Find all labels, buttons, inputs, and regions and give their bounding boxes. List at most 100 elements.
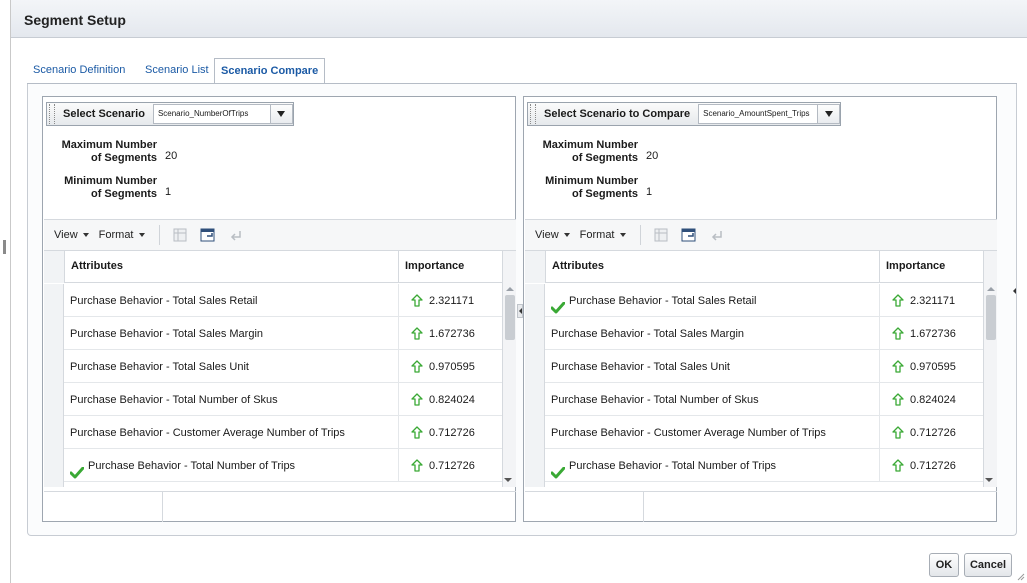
table-row[interactable]: Purchase Behavior - Total Sales Margin 1.…: [44, 317, 502, 350]
resize-grip-icon[interactable]: [1017, 573, 1025, 581]
table-row[interactable]: Purchase Behavior - Total Sales Retail 2.…: [44, 284, 502, 317]
toolbar-grip-icon[interactable]: [530, 104, 536, 124]
collapse-left-icon: [1012, 288, 1016, 294]
attribute-cell: Purchase Behavior - Customer Average Num…: [545, 416, 879, 449]
select-compare-scenario-dropdown[interactable]: [818, 104, 841, 124]
detach-icon[interactable]: [681, 227, 697, 243]
column-header-attributes[interactable]: Attributes: [545, 251, 879, 283]
importance-cell: 0.970595: [398, 350, 502, 383]
importance-value: 0.824024: [429, 393, 475, 406]
up-arrow-icon: [411, 459, 423, 472]
format-menu-label: Format: [98, 229, 134, 241]
table-row[interactable]: Purchase Behavior - Total Number of Skus…: [525, 383, 983, 416]
wrap-icon[interactable]: [228, 227, 244, 243]
ok-button[interactable]: OK: [929, 553, 959, 577]
grid-vertical-scrollbar[interactable]: [502, 251, 516, 487]
attribute-cell: Purchase Behavior - Total Sales Retail: [64, 284, 398, 317]
attribute-cell: Purchase Behavior - Total Sales Unit: [64, 350, 398, 383]
view-menu-label: View: [535, 229, 559, 241]
select-compare-scenario-value[interactable]: Scenario_AmountSpent_Trips: [698, 104, 819, 124]
format-menu[interactable]: Format: [580, 229, 626, 241]
view-menu[interactable]: View: [535, 229, 570, 241]
row-header[interactable]: [44, 449, 64, 482]
attribute-name: Purchase Behavior - Customer Average Num…: [70, 426, 345, 439]
select-scenario-value[interactable]: Scenario_NumberOfTrips: [152, 104, 271, 124]
wrap-icon[interactable]: [709, 227, 725, 243]
column-header-importance[interactable]: Importance: [398, 251, 502, 283]
table-row[interactable]: Purchase Behavior - Customer Average Num…: [44, 416, 502, 449]
scroll-down-icon[interactable]: [985, 478, 993, 482]
table-row[interactable]: Purchase Behavior - Total Sales Unit 0.97…: [44, 350, 502, 383]
attribute-cell: Purchase Behavior - Total Number of Skus: [64, 383, 398, 416]
table-row[interactable]: [525, 482, 983, 487]
table-row[interactable]: Purchase Behavior - Total Sales Retail 2.…: [525, 284, 983, 317]
table-row[interactable]: Purchase Behavior - Customer Average Num…: [525, 416, 983, 449]
row-header[interactable]: [525, 482, 545, 487]
attribute-cell: Purchase Behavior - Total Sales Retail: [545, 284, 879, 317]
table-row[interactable]: Purchase Behavior - Total Number of Trip…: [525, 449, 983, 482]
freeze-icon[interactable]: [653, 227, 669, 243]
check-icon: [69, 460, 85, 478]
scroll-thumb[interactable]: [986, 295, 996, 340]
table-row[interactable]: Purchase Behavior - Total Sales Margin 1.…: [525, 317, 983, 350]
importance-cell: 2.321171: [398, 284, 502, 317]
row-header[interactable]: [525, 317, 545, 350]
row-header[interactable]: [525, 383, 545, 416]
left-edge: [0, 0, 10, 583]
row-header[interactable]: [525, 350, 545, 383]
toolbar-separator: [639, 225, 641, 245]
toolbar-separator: [158, 225, 160, 245]
tab-scenario-definition[interactable]: Scenario Definition: [27, 58, 131, 84]
toolbar-grip-icon[interactable]: [49, 104, 55, 124]
importance-cell: 0.824024: [879, 383, 983, 416]
row-header[interactable]: [44, 482, 64, 487]
min-segments-label: Minimum Number of Segments: [64, 175, 157, 200]
table-row[interactable]: [44, 482, 502, 487]
importance-value: 0.712726: [429, 426, 475, 439]
row-header[interactable]: [44, 383, 64, 416]
segment-setup-dialog: Segment Setup Scenario Definition Scenar…: [10, 0, 1027, 583]
freeze-icon[interactable]: [172, 227, 188, 243]
scroll-down-icon[interactable]: [504, 478, 512, 482]
up-arrow-icon: [892, 459, 904, 472]
view-menu-label: View: [54, 229, 78, 241]
column-header-attributes[interactable]: Attributes: [64, 251, 398, 283]
format-menu[interactable]: Format: [99, 229, 145, 241]
scroll-up-icon[interactable]: [987, 287, 995, 291]
min-segments-row: Minimum Number of Segments 1: [534, 175, 652, 201]
tab-scenario-compare[interactable]: Scenario Compare: [214, 58, 326, 85]
row-header[interactable]: [44, 416, 64, 449]
row-header[interactable]: [44, 350, 64, 383]
scroll-thumb[interactable]: [505, 295, 515, 340]
scroll-up-icon[interactable]: [506, 287, 514, 291]
importance-cell: 1.672736: [879, 317, 983, 350]
row-header[interactable]: [525, 449, 545, 482]
attribute-name: Purchase Behavior - Total Sales Unit: [70, 360, 249, 373]
tab-scenario-list[interactable]: Scenario List: [139, 58, 215, 84]
dialog-title-bar: Segment Setup: [11, 0, 1027, 38]
cancel-button[interactable]: Cancel: [964, 553, 1012, 577]
attribute-name: Purchase Behavior - Total Sales Retail: [70, 294, 258, 307]
format-caret-icon: [138, 233, 145, 237]
max-segments-label: Maximum Number of Segments: [542, 139, 638, 164]
row-header[interactable]: [525, 416, 545, 449]
table-row[interactable]: Purchase Behavior - Total Sales Unit 0.97…: [525, 350, 983, 383]
format-menu-label: Format: [579, 229, 615, 241]
row-header[interactable]: [44, 317, 64, 350]
attribute-name: Purchase Behavior - Total Number of Skus: [551, 393, 759, 406]
table-row[interactable]: Purchase Behavior - Total Number of Trip…: [44, 449, 502, 482]
table-row[interactable]: Purchase Behavior - Total Number of Skus…: [44, 383, 502, 416]
attribute-name: Purchase Behavior - Customer Average Num…: [551, 426, 826, 439]
column-header-importance[interactable]: Importance: [879, 251, 983, 283]
grid-vertical-scrollbar[interactable]: [983, 251, 997, 487]
max-segments-value: 20: [165, 150, 178, 162]
row-header[interactable]: [525, 284, 545, 317]
dropdown-caret-icon: [277, 111, 286, 117]
panel-splitter[interactable]: [517, 304, 523, 318]
right-collapse-handle[interactable]: [1011, 284, 1017, 298]
select-scenario-dropdown[interactable]: [270, 104, 293, 124]
detach-icon[interactable]: [200, 227, 216, 243]
view-menu[interactable]: View: [54, 229, 89, 241]
row-header[interactable]: [44, 284, 64, 317]
min-segments-value: 1: [646, 186, 653, 198]
